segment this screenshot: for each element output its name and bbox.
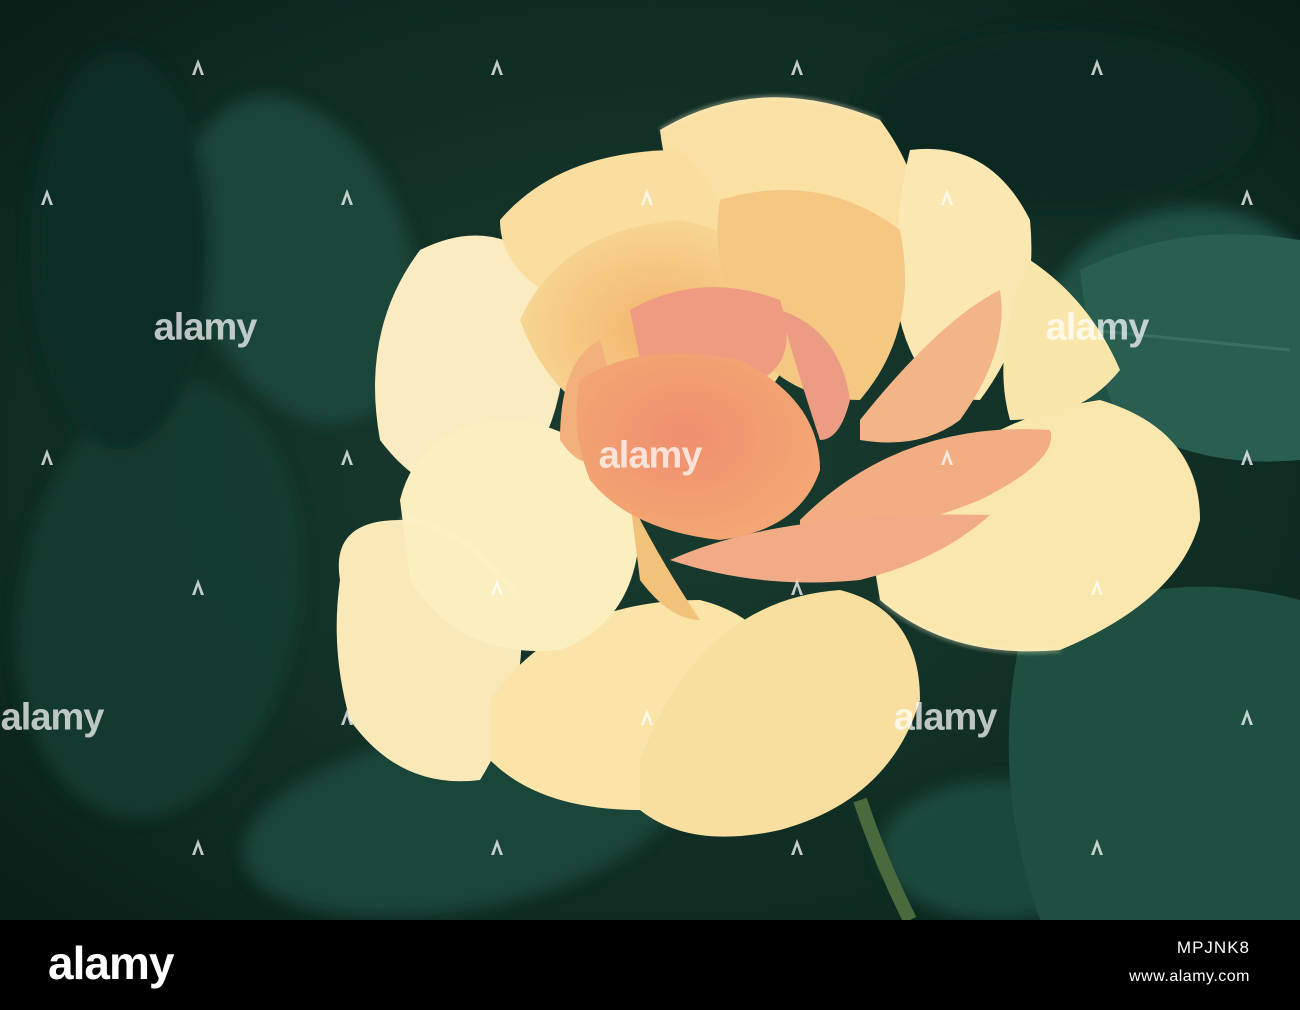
footer-meta: MPJNK8 www.alamy.com: [1129, 938, 1250, 986]
footer-bar: alamy MPJNK8 www.alamy.com: [0, 920, 1300, 1010]
site-url[interactable]: www.alamy.com: [1129, 968, 1250, 986]
rose-photo: alamy alamy alamy alamy alamy: [0, 0, 1300, 920]
image-id: MPJNK8: [1176, 938, 1250, 957]
rose-image: [0, 0, 1300, 920]
footer-logo: alamy: [48, 937, 174, 989]
